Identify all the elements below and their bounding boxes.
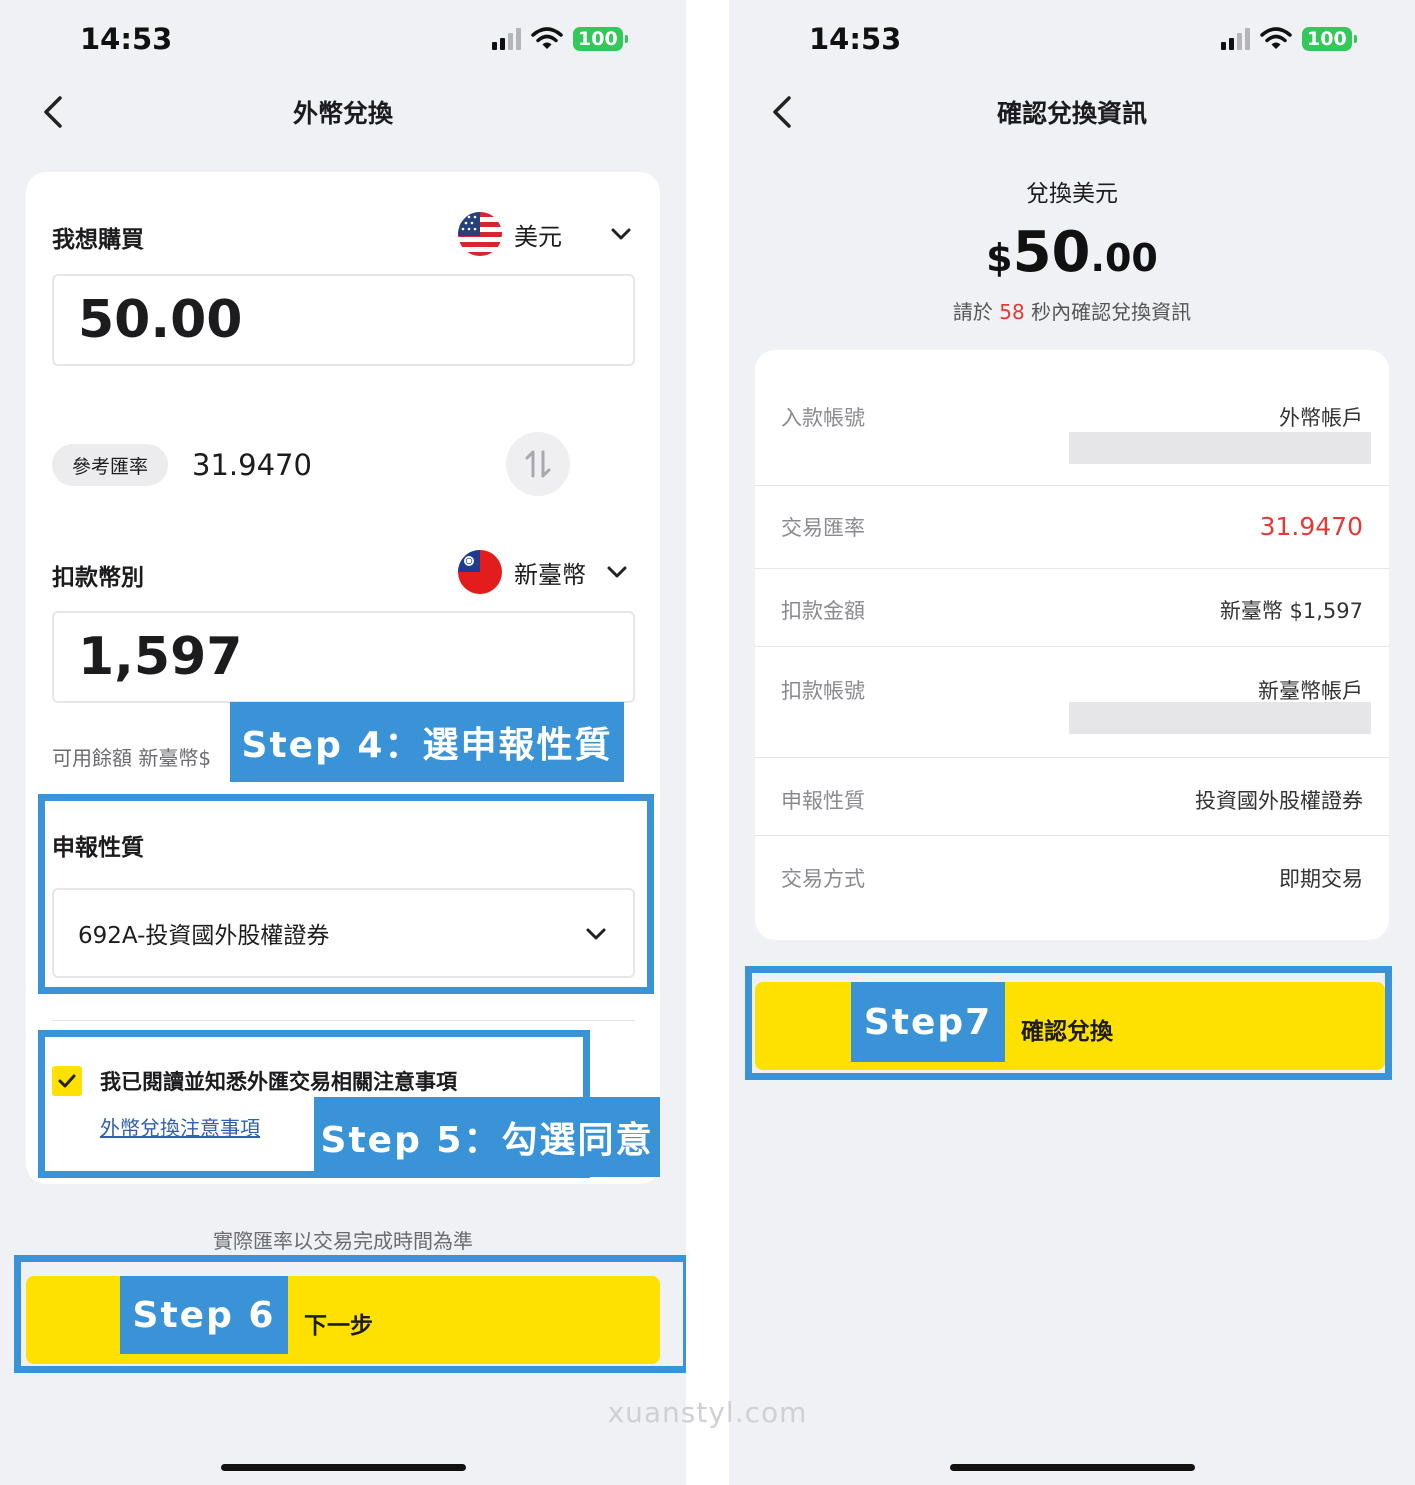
confirm-amount: $50.00 (729, 220, 1415, 285)
detail-value: 31.9470 (1259, 512, 1363, 541)
wifi-icon (1260, 27, 1292, 49)
us-flag-icon (458, 212, 502, 256)
detail-label: 扣款金額 (781, 599, 865, 623)
chevron-down-icon (611, 228, 631, 240)
debit-label: 扣款幣別 (52, 565, 144, 591)
step5-tag: Step 5：勾選同意 (314, 1097, 660, 1177)
battery-icon: 100 (1302, 27, 1357, 51)
status-time: 14:53 (809, 22, 902, 56)
detail-label: 交易方式 (781, 867, 865, 891)
available-balance: 可用餘額 新臺幣$ (52, 746, 212, 770)
status-icons: 100 (1221, 27, 1357, 51)
debit-currency-name: 新臺幣 (514, 560, 586, 589)
step7-highlight (745, 966, 1392, 1080)
redacted-account (1069, 432, 1371, 464)
signal-icon (492, 28, 521, 50)
timer-seconds: 58 (999, 300, 1025, 324)
confirm-timer: 請於 58 秒內確認兌換資訊 (729, 296, 1415, 325)
debit-currency-select[interactable]: 新臺幣 (458, 550, 628, 594)
status-icons: 100 (492, 27, 628, 51)
exchange-screen: 14:53 100 外幣兌換 我想購買 美元 50.00 參考匯率 31.947… (0, 0, 686, 1485)
confirm-screen: 14:53 100 確認兌換資訊 兌換美元 $50.00 請於 58 秒內確認兌… (729, 0, 1415, 1485)
divider (755, 485, 1389, 486)
divider (755, 835, 1389, 836)
detail-label: 申報性質 (781, 789, 865, 813)
rate-value: 31.9470 (192, 448, 312, 482)
tw-flag-icon (458, 550, 502, 594)
page-title: 外幣兌換 (292, 99, 393, 128)
step7-tag: Step7 (851, 982, 1005, 1062)
debit-amount-input[interactable]: 1,597 (52, 611, 635, 703)
wifi-icon (531, 27, 563, 49)
divider (755, 757, 1389, 758)
detail-value: 即期交易 (1279, 867, 1363, 891)
divider (755, 646, 1389, 647)
step4-highlight (38, 794, 654, 994)
divider (755, 568, 1389, 569)
rate-footnote: 實際匯率以交易完成時間為準 (213, 1229, 473, 1253)
battery-icon: 100 (573, 27, 628, 51)
buy-currency-select[interactable]: 美元 (458, 212, 632, 256)
amount-integer: 50 (1012, 220, 1091, 285)
confirm-details-card: 入款帳號 外幣帳戶 交易匯率 31.9470 扣款金額 新臺幣 $1,597 扣… (755, 350, 1389, 940)
detail-value: 外幣帳戶 (1279, 406, 1363, 430)
timer-suffix: 秒內確認兌換資訊 (1031, 300, 1192, 324)
detail-label: 交易匯率 (781, 516, 865, 540)
battery-level: 100 (573, 27, 623, 51)
swap-currency-button[interactable] (506, 432, 570, 496)
divider (52, 1020, 635, 1021)
page-title: 確認兌換資訊 (996, 99, 1147, 128)
step6-highlight (14, 1255, 686, 1373)
battery-level: 100 (1302, 27, 1352, 51)
buy-label: 我想購買 (52, 227, 144, 253)
amount-currency-symbol: $ (986, 236, 1013, 280)
home-indicator (221, 1464, 466, 1471)
detail-label: 入款帳號 (781, 406, 865, 430)
swap-arrows-icon (525, 450, 551, 478)
detail-value: 新臺幣 $1,597 (1219, 599, 1363, 623)
detail-label: 扣款帳號 (781, 679, 865, 703)
buy-currency-name: 美元 (514, 222, 562, 251)
home-indicator (950, 1464, 1195, 1471)
detail-value: 新臺幣帳戶 (1258, 679, 1363, 703)
status-time: 14:53 (80, 22, 173, 56)
confirm-summary-title: 兌換美元 (1026, 181, 1118, 207)
step6-tag: Step 6 (120, 1276, 288, 1354)
buy-amount-input[interactable]: 50.00 (52, 274, 635, 366)
redacted-account (1069, 702, 1371, 734)
watermark: xuanstyl.com (607, 1396, 808, 1429)
timer-prefix: 請於 (952, 300, 993, 324)
detail-value: 投資國外股權證券 (1195, 789, 1363, 813)
chevron-down-icon (607, 566, 627, 578)
rate-label: 參考匯率 (52, 444, 169, 486)
signal-icon (1221, 28, 1250, 50)
step4-tag: Step 4：選申報性質 (230, 702, 624, 782)
amount-decimal: .00 (1090, 236, 1158, 280)
